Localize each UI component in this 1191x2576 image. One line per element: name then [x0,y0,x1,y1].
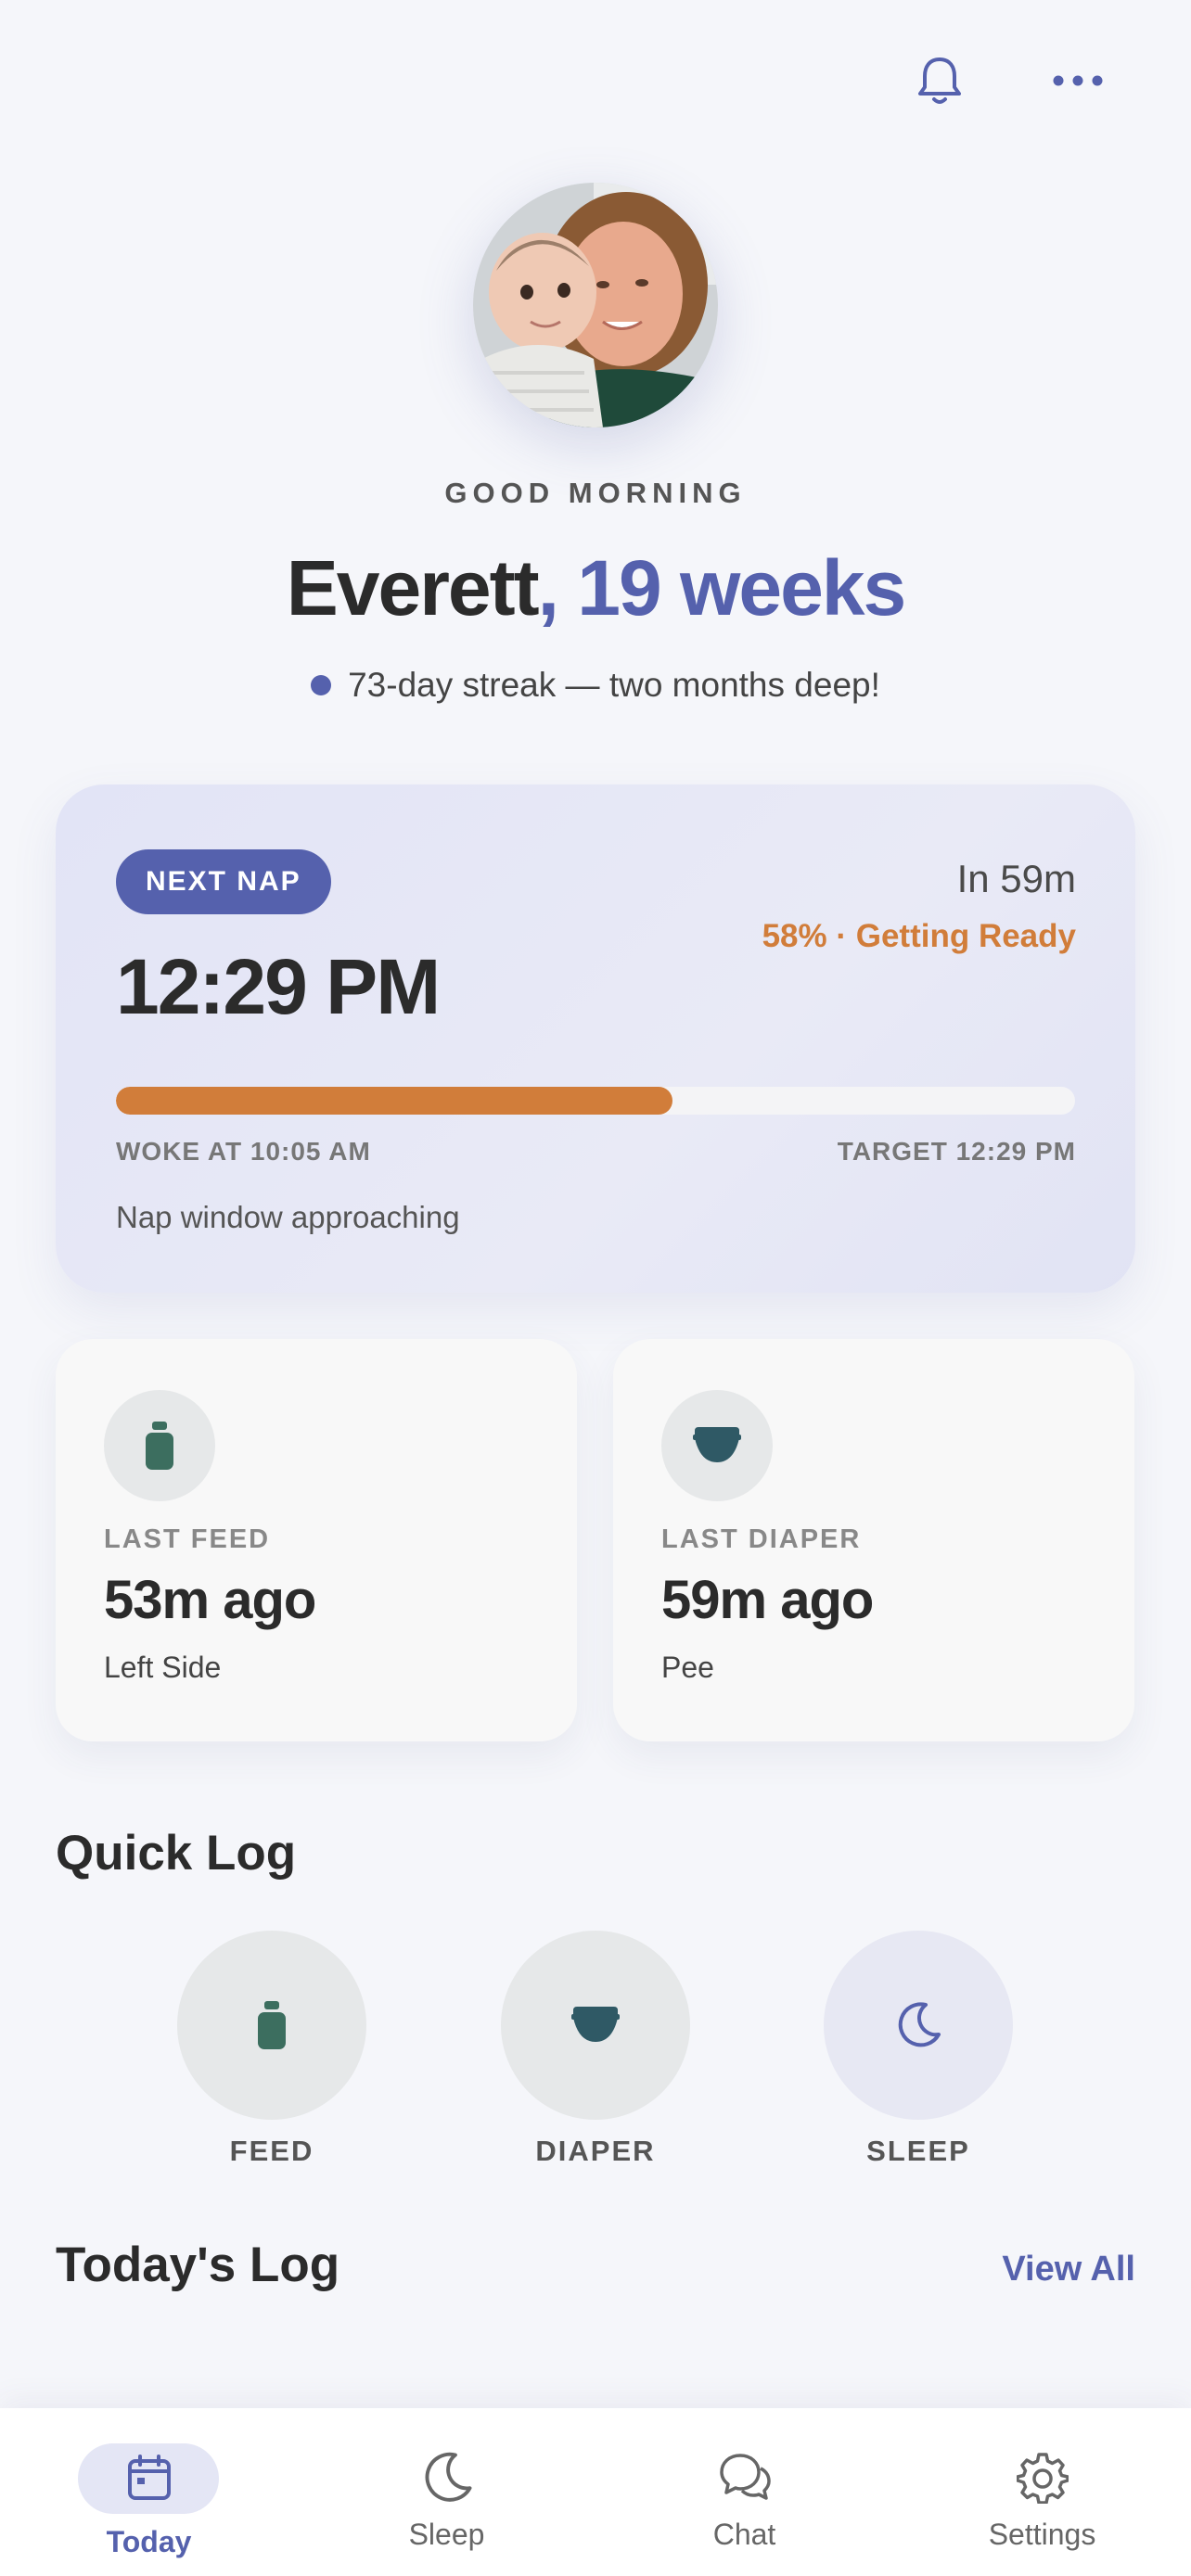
diaper-icon [571,2007,620,2042]
next-nap-card[interactable]: NEXT NAP 12:29 PM In 59m 58% · Getting R… [56,784,1135,1293]
nap-status: 58% · Getting Ready [762,918,1076,954]
nap-progress-fill [116,1087,672,1115]
notifications-button[interactable] [907,48,972,113]
calendar-icon [127,2455,171,2500]
view-all-link[interactable]: View All [1002,2250,1135,2289]
nav-icon-wrap [0,2445,298,2510]
bottle-icon [258,2001,286,2049]
stat-label: LAST FEED [104,1524,271,1554]
diaper-icon [693,1427,741,1462]
last-diaper-card[interactable]: LAST DIAPER 59m ago Pee [613,1339,1134,1741]
avatar[interactable] [473,183,718,427]
nav-label-today: Today [106,2525,192,2558]
stat-subtitle: Pee [661,1651,714,1684]
nav-icon-wrap [893,2445,1191,2510]
nap-progress-bar [116,1087,1075,1115]
moon-icon [425,2452,471,2502]
target-time: TARGET 12:29 PM [837,1137,1076,1166]
streak-text: 73-day streak — two months deep! [348,666,880,704]
quick-log-feed-label: FEED [229,2135,314,2167]
next-nap-time: 12:29 PM [116,943,441,1030]
quick-log-diaper-label: DIAPER [535,2135,656,2167]
baby-age: , 19 weeks [537,544,907,631]
chat-icon [719,2454,771,2500]
quick-log-sleep-button[interactable] [824,1931,1013,2120]
nav-icon-wrap [596,2445,893,2510]
woke-time: WOKE AT 10:05 AM [116,1137,371,1166]
nav-label-chat: Chat [712,2518,776,2551]
nav-tab-sleep[interactable]: Sleep [298,2408,596,2576]
greeting: GOOD MORNING [444,477,747,509]
gear-icon [1016,2453,1069,2504]
next-nap-badge: NEXT NAP [116,849,331,914]
page-title: Everett, 19 weeks [0,542,1191,634]
quick-log-feed-button[interactable] [177,1931,366,2120]
avatar-photo [473,183,718,427]
streak-indicator: 73-day streak — two months deep! [0,666,1191,705]
more-options-button[interactable] [1045,48,1110,113]
bottom-navigation: Today Sleep Chat Settings [0,2408,1191,2576]
nav-tab-settings[interactable]: Settings [893,2408,1191,2576]
quick-log-title: Quick Log [56,1826,297,1881]
nap-countdown: In 59m [956,857,1076,900]
todays-log-title: Today's Log [56,2238,340,2292]
nap-note: Nap window approaching [116,1200,460,1234]
last-feed-card[interactable]: LAST FEED 53m ago Left Side [56,1339,577,1741]
quick-log-diaper-button[interactable] [501,1931,690,2120]
bell-icon [918,57,961,104]
nav-icon-wrap [298,2445,596,2510]
more-horizontal-icon [1053,75,1103,86]
feed-icon-circle [104,1390,215,1501]
baby-name: Everett [286,544,540,631]
stat-subtitle: Left Side [104,1651,222,1684]
nav-label-sleep: Sleep [408,2518,485,2551]
stat-value: 53m ago [104,1570,316,1630]
diaper-icon-circle [661,1390,773,1501]
stat-label: LAST DIAPER [661,1524,862,1554]
nav-tab-chat[interactable]: Chat [596,2408,893,2576]
today-screen: GOOD MORNING Everett, 19 weeks 73-day st… [0,0,1191,2576]
nav-label-settings: Settings [988,2518,1096,2551]
bottle-icon [146,1422,173,1470]
quick-log-sleep-label: SLEEP [866,2135,970,2167]
moon-icon [898,2002,941,2047]
stat-value: 59m ago [661,1570,874,1630]
nav-tab-today[interactable]: Today [0,2408,298,2576]
streak-dot-icon [311,675,332,695]
